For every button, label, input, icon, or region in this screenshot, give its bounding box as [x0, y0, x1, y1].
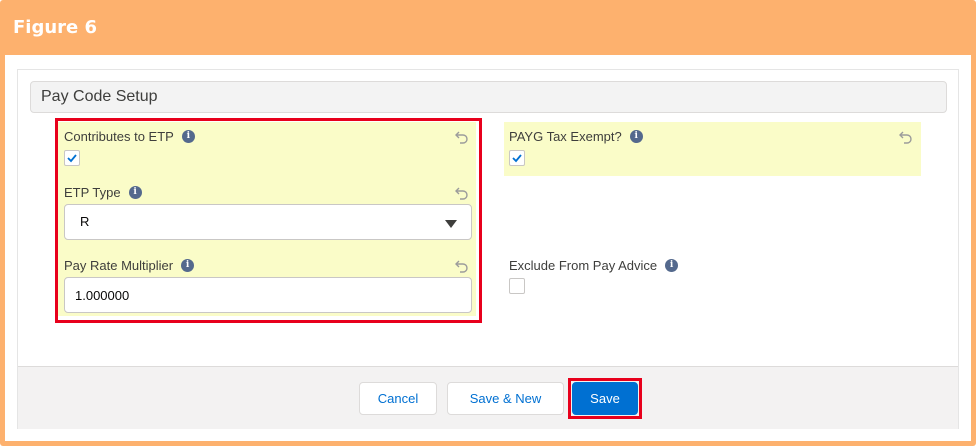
- payg-tax-exempt-label: PAYG Tax Exempt? i: [509, 129, 643, 144]
- edit-modal: Pay Code Setup Contributes to ETP i ETP …: [17, 69, 959, 429]
- exclude-from-pay-advice-label-text: Exclude From Pay Advice: [509, 258, 658, 273]
- modal-footer: Cancel Save & New Save: [18, 366, 958, 429]
- checkmark-icon: [512, 154, 522, 163]
- figure-title: Figure 6: [13, 17, 98, 38]
- exclude-from-pay-advice-checkbox[interactable]: [509, 278, 525, 294]
- cancel-button[interactable]: Cancel: [359, 382, 437, 415]
- section-title: Pay Code Setup: [41, 88, 158, 105]
- payg-tax-exempt-checkbox[interactable]: [509, 150, 525, 166]
- undo-icon[interactable]: [899, 130, 913, 144]
- payg-tax-exempt-label-text: PAYG Tax Exempt?: [509, 129, 622, 144]
- info-icon[interactable]: i: [629, 130, 643, 143]
- highlight-box-save: [568, 378, 642, 419]
- highlight-box-left-fields: [55, 118, 482, 323]
- exclude-from-pay-advice-label: Exclude From Pay Advice i: [509, 258, 679, 273]
- figure-frame: Figure 6 Pay Code Setup Contributes to E…: [0, 0, 976, 446]
- info-icon[interactable]: i: [665, 259, 679, 272]
- save-and-new-button[interactable]: Save & New: [447, 382, 564, 415]
- figure-content: Pay Code Setup Contributes to ETP i ETP …: [5, 55, 971, 441]
- section-header[interactable]: Pay Code Setup: [30, 81, 947, 113]
